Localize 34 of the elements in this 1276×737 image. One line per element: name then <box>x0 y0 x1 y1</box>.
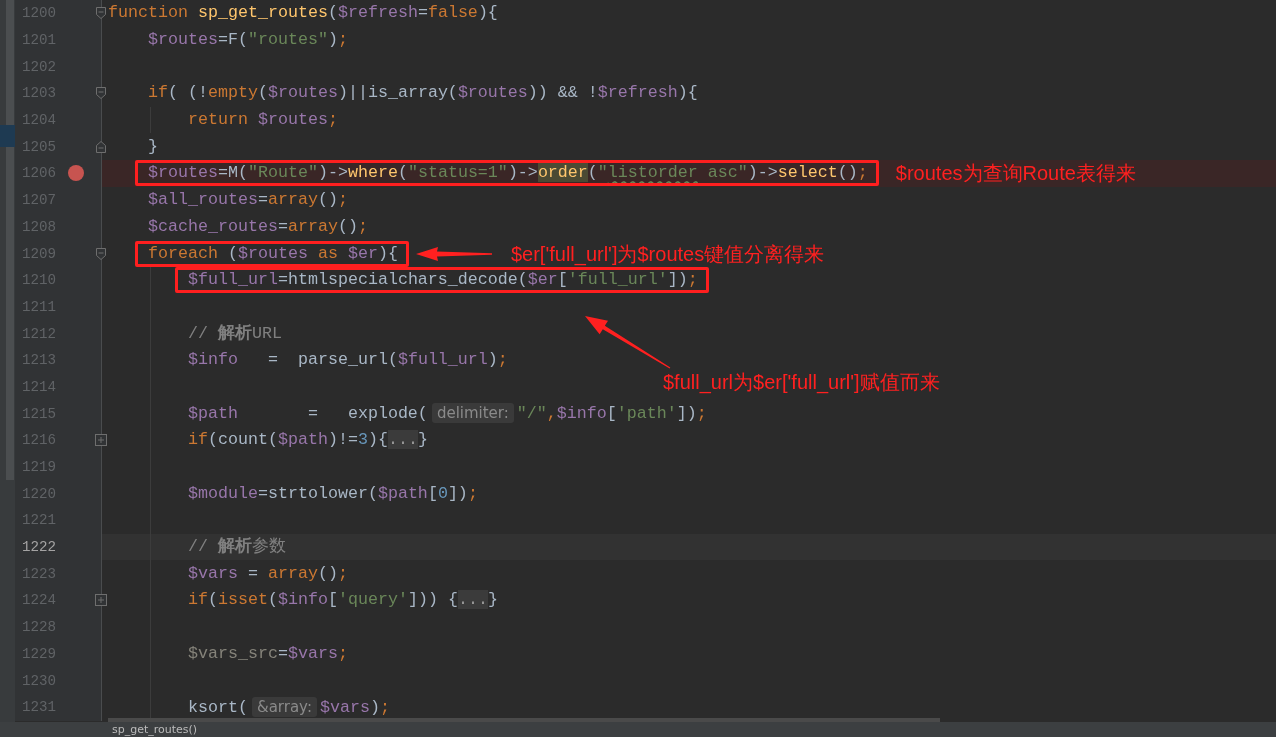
annotation-text: $routes为查询Route表得来 <box>895 161 1136 186</box>
code-line: $cache_routes=array(); <box>148 216 368 237</box>
code-line: $routes=F("routes"); <box>148 30 348 51</box>
code-line: foreach ($routes as $er){ <box>148 243 398 264</box>
code-line: // 解析参数 <box>187 537 286 558</box>
fold-minus-icon[interactable] <box>95 246 107 261</box>
fold-plus-icon[interactable] <box>95 434 107 447</box>
code-line: // 解析URL <box>187 323 282 344</box>
breadcrumb[interactable]: sp_get_routes() <box>112 722 198 737</box>
annotation-text: $full_url为$er['full_url']赋值而来 <box>663 370 940 393</box>
code-line: $routes=M("Route")->where("status=1")->order("listorder asc")->select(); <box>148 163 868 184</box>
code-line: $path = explode( delimiter: "/",$info['path']); <box>187 403 707 425</box>
fold-minus-icon[interactable] <box>95 6 107 21</box>
code-line: $all_routes=array(); <box>148 190 348 211</box>
code-line: function sp_get_routes($refresh=false){ <box>108 3 498 24</box>
fold-minus-icon[interactable] <box>95 86 107 101</box>
breakpoint-icon[interactable] <box>68 165 84 182</box>
line-number: 1222 <box>22 538 58 557</box>
code-line: ksort( &array: $vars); <box>187 696 390 718</box>
code-line: $module=strtolower($path[0]); <box>187 483 478 504</box>
vertical-scrollbar[interactable] <box>6 0 14 480</box>
code-line: if( (!empty($routes)||is_array($routes)) && !$refresh){ <box>148 83 698 104</box>
code-line: $vars_src=$vars; <box>187 643 348 664</box>
fold-plus-icon[interactable] <box>95 594 107 607</box>
annotation-text: $er['full_url']为$routes键值分离得来 <box>510 241 825 266</box>
fold-end-icon[interactable] <box>95 139 107 154</box>
code-line: $vars = array(); <box>187 563 348 584</box>
code-line: $full_url=htmlspecialchars_decode($er['full_url']); <box>187 270 698 291</box>
selected-row-marker <box>0 125 15 147</box>
code-line: if(isset($info['query'])) {...} <box>187 590 498 611</box>
code-line: $info = parse_url($full_url); <box>187 350 508 371</box>
code-line: return $routes; <box>187 110 338 131</box>
code-line: } <box>148 136 158 157</box>
code-line: if(count($path)!=3){...} <box>187 430 428 451</box>
